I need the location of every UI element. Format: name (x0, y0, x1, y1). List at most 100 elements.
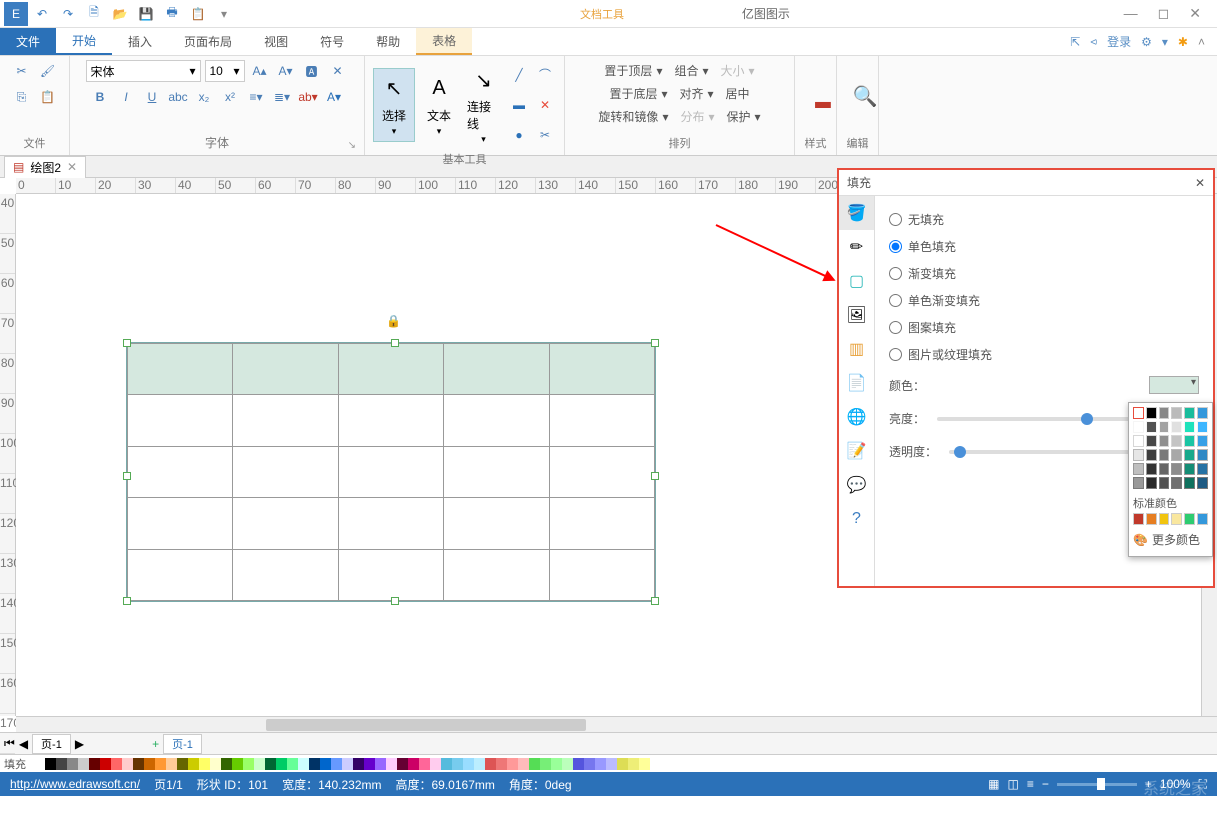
save-icon[interactable]: 💾 (134, 2, 158, 26)
italic-button[interactable]: I (115, 86, 137, 108)
tab-symbol[interactable]: 符号 (304, 28, 360, 55)
table-shape[interactable] (126, 342, 656, 602)
note-tab-icon[interactable]: 📝 (839, 434, 874, 468)
crop-icon[interactable]: ✂ (534, 124, 556, 146)
tab-help[interactable]: 帮助 (360, 28, 416, 55)
close-icon[interactable]: ✕ (1189, 5, 1201, 22)
view3-icon[interactable]: ≡ (1027, 777, 1034, 791)
prev-page-icon[interactable]: ◀ (19, 737, 28, 751)
line-tab-icon[interactable]: ✏ (839, 230, 874, 264)
ellipse-icon[interactable]: ● (508, 124, 530, 146)
align-btn[interactable]: 对齐▾ (675, 83, 717, 104)
cut-icon[interactable]: ✂ (11, 60, 33, 82)
text-style-icon[interactable]: 🅰 (301, 60, 323, 82)
subscript-button[interactable]: x₂ (193, 86, 215, 108)
bold-button[interactable]: B (89, 86, 111, 108)
rotate-btn[interactable]: 旋转和镜像▾ (594, 106, 672, 127)
layer-tab-icon[interactable]: ▥ (839, 332, 874, 366)
copy-icon[interactable]: ⎘ (11, 86, 33, 108)
format-painter-icon[interactable]: 🖌 (37, 60, 59, 82)
grow-font-icon[interactable]: A▴ (249, 60, 271, 82)
font-name-combo[interactable]: 宋体▾ (86, 60, 201, 82)
tab-table[interactable]: 表格 (416, 28, 472, 55)
send-back[interactable]: 置于底层▾ (605, 83, 671, 104)
more-colors[interactable]: 🎨更多颜色 (1133, 527, 1208, 552)
link-tab-icon[interactable]: 🌐 (839, 400, 874, 434)
login-link[interactable]: 登录 (1107, 33, 1131, 50)
tab-start[interactable]: 开始 (56, 28, 112, 55)
font-launcher-icon[interactable]: ↘ (348, 140, 356, 151)
size-btn[interactable]: 大小▾ (717, 60, 759, 81)
radio-gradient[interactable] (889, 267, 902, 280)
font-color-icon[interactable]: A▾ (323, 86, 345, 108)
fit-icon[interactable]: ⛶ (1199, 777, 1207, 792)
center-btn[interactable]: 居中 (722, 83, 754, 104)
radio-texture[interactable] (889, 348, 902, 361)
protect-btn[interactable]: 保护▾ (723, 106, 765, 127)
select-tool[interactable]: ↖选择▾ (373, 68, 415, 142)
tab-file[interactable]: 文件 (0, 28, 56, 55)
bullets-icon[interactable]: ≣▾ (271, 86, 293, 108)
color-palette[interactable] (34, 758, 650, 770)
shape-tab-icon[interactable]: ▢ (839, 264, 874, 298)
arc-icon[interactable]: ⌒ (534, 64, 556, 86)
superscript-button[interactable]: x² (219, 86, 241, 108)
scrollbar-horizontal[interactable] (16, 716, 1217, 732)
radio-pattern[interactable] (889, 321, 902, 334)
export-icon[interactable]: 📋 (186, 2, 210, 26)
add-page-icon[interactable]: + (152, 737, 159, 751)
panel-close-icon[interactable]: ✕ (1195, 176, 1205, 190)
linespacing-icon[interactable]: ≡▾ (245, 86, 267, 108)
close-tab-icon[interactable]: ✕ (67, 160, 77, 174)
undo-icon[interactable]: ↶ (30, 2, 54, 26)
highlight-icon[interactable]: ab▾ (297, 86, 319, 108)
image-tab-icon[interactable]: 🖼 (839, 298, 874, 332)
status-url[interactable]: http://www.edrawsoft.cn/ (10, 777, 140, 791)
logo-icon[interactable]: ✱ (1178, 35, 1188, 49)
tab-view[interactable]: 视图 (248, 28, 304, 55)
maximize-icon[interactable]: ◻ (1158, 5, 1170, 22)
share2-icon[interactable]: ⪦ (1090, 34, 1097, 49)
rect-icon[interactable]: ▬ (508, 94, 530, 116)
radio-solid[interactable] (889, 240, 902, 253)
redo-icon[interactable]: ↷ (56, 2, 80, 26)
zoom-value[interactable]: 100% (1160, 777, 1191, 791)
help-dropdown-icon[interactable]: ▾ (1162, 35, 1168, 49)
page-tab-2[interactable]: 页-1 (163, 734, 202, 754)
share-icon[interactable]: ⇱ (1070, 35, 1080, 49)
tab-layout[interactable]: 页面布局 (168, 28, 248, 55)
page-tab[interactable]: 页-1 (32, 734, 71, 754)
text-tool[interactable]: A文本▾ (419, 69, 459, 141)
page-tab-icon[interactable]: 📄 (839, 366, 874, 400)
group-btn[interactable]: 组合▾ (670, 60, 712, 81)
open-icon[interactable]: 📂 (108, 2, 132, 26)
fill-tab-icon[interactable]: 🪣 (839, 196, 874, 230)
view2-icon[interactable]: ◫ (1008, 777, 1019, 791)
collapse-ribbon-icon[interactable]: ˄ (1198, 35, 1205, 49)
find-button[interactable]: 🔍 (845, 77, 885, 117)
new-icon[interactable]: 🗎 (82, 2, 106, 26)
star-icon[interactable]: ✕ (534, 94, 556, 116)
bring-front[interactable]: 置于顶层▾ (600, 60, 666, 81)
app-menu-icon[interactable]: E (4, 2, 28, 26)
settings-icon[interactable]: ⚙ (1141, 35, 1152, 49)
comment-tab-icon[interactable]: 💬 (839, 468, 874, 502)
clear-format-icon[interactable]: ✕ (327, 60, 349, 82)
color-dropdown[interactable] (1149, 376, 1199, 394)
next-page-icon[interactable]: ▶ (75, 737, 84, 751)
qat-more-icon[interactable]: ▾ (212, 2, 236, 26)
view1-icon[interactable]: ▦ (988, 777, 999, 791)
underline-button[interactable]: U (141, 86, 163, 108)
tab-insert[interactable]: 插入 (112, 28, 168, 55)
document-tab[interactable]: ▤ 绘图2 ✕ (4, 156, 86, 178)
distribute-btn[interactable]: 分布▾ (676, 106, 718, 127)
strike-button[interactable]: abc (167, 86, 189, 108)
radio-nofill[interactable] (889, 213, 902, 226)
zoom-slider[interactable] (1057, 783, 1137, 786)
minimize-icon[interactable]: — (1124, 5, 1138, 22)
zoom-out-icon[interactable]: − (1042, 777, 1049, 791)
print-icon[interactable]: 🖶 (160, 2, 184, 26)
help-tab-icon[interactable]: ? (839, 502, 874, 536)
connector-tool[interactable]: ↘连接线▾ (463, 60, 504, 149)
radio-mono-gradient[interactable] (889, 294, 902, 307)
